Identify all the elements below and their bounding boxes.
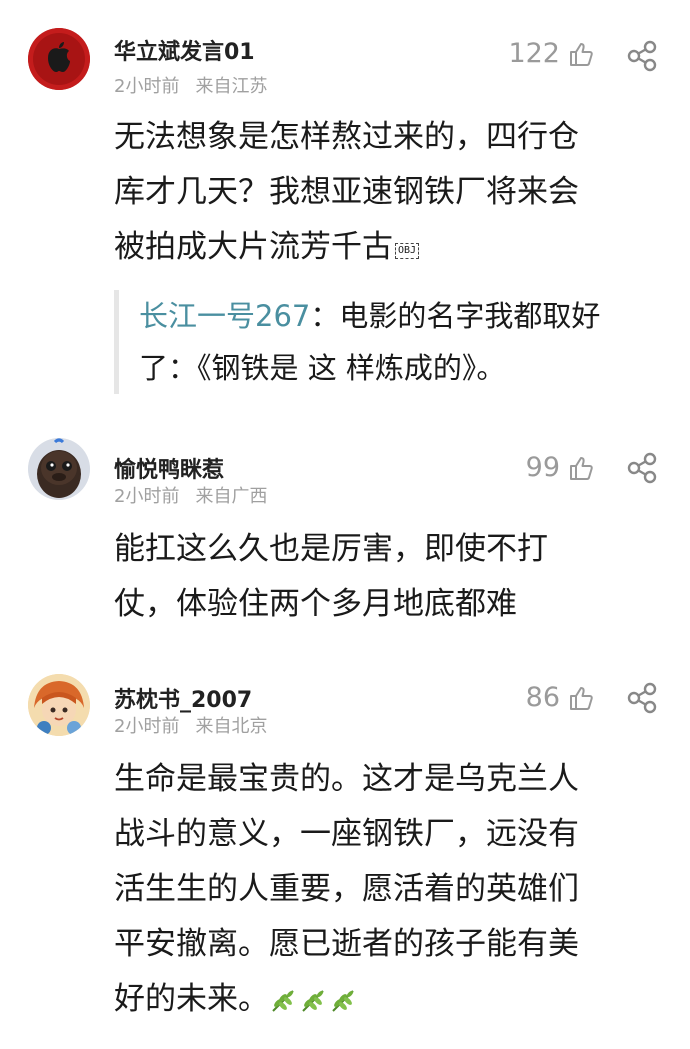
comment-line: 无法想象是怎样熬过来的，四行仓	[114, 119, 579, 155]
timestamp: 2小时前	[114, 76, 180, 97]
like-button[interactable]: 86	[526, 682, 594, 713]
timestamp: 2小时前	[114, 486, 180, 507]
location: 来自江苏	[195, 76, 268, 97]
cartoon-girl-avatar-icon	[28, 674, 90, 736]
timestamp: 2小时前	[114, 716, 180, 737]
comment-line: 库才几天？我想亚速钢铁厂将来会	[114, 174, 579, 210]
olive-branch-emoji-row	[269, 987, 357, 1015]
comment-body: 无法想象是怎样熬过来的，四行仓 库才几天？我想亚速钢铁厂将来会 被拍成大片流芳千…	[114, 110, 654, 275]
comment-line: 能扛这么久也是厉害，即使不打	[114, 531, 548, 567]
comment-line: 好的未来。	[114, 972, 654, 1027]
comment-line: 平安撤离。愿已逝者的孩子能有美	[114, 926, 579, 962]
user-avatar[interactable]	[28, 674, 90, 736]
location: 来自广西	[195, 486, 268, 507]
share-icon[interactable]	[626, 452, 658, 484]
obj-placeholder: OBJ	[395, 243, 420, 259]
comment-meta: 2小时前 来自北京	[114, 712, 267, 738]
username[interactable]: 华立斌发言01	[114, 34, 255, 66]
comment-body: 生命是最宝贵的。这才是乌克兰人 战斗的意义，一座钢铁厂，远没有 活生生的人重要，…	[114, 752, 654, 1027]
share-icon[interactable]	[626, 40, 658, 72]
thumbs-up-icon	[570, 42, 593, 66]
location: 来自北京	[195, 716, 268, 737]
olive-branch-icon	[332, 989, 354, 1012]
olive-branch-icon	[302, 989, 324, 1012]
reply-line: 长江一号267：电影的名字我都取好	[139, 290, 690, 342]
like-button[interactable]: 99	[526, 452, 594, 483]
user-avatar[interactable]	[28, 28, 90, 90]
like-count: 86	[525, 682, 560, 713]
comment-line: 活生生的人重要，愿活着的英雄们	[114, 871, 579, 907]
comment-body: 能扛这么久也是厉害，即使不打 仗，体验住两个多月地底都难	[114, 522, 654, 632]
olive-branch-icon	[272, 989, 294, 1012]
thumbs-up-icon	[570, 456, 593, 480]
apple-logo-icon	[28, 28, 90, 90]
user-avatar[interactable]	[28, 438, 90, 500]
comment-line: 仗，体验住两个多月地底都难	[114, 586, 517, 622]
reply-separator: ：	[310, 299, 340, 333]
username[interactable]: 苏枕书_2007	[114, 682, 252, 714]
thumbs-up-icon	[570, 686, 593, 710]
comment-line: 被拍成大片流芳千古 OBJ	[114, 220, 654, 275]
reply-text: 电影的名字我都取好	[339, 299, 601, 333]
comment-line-text: 好的未来。	[114, 981, 269, 1017]
like-count: 99	[525, 452, 560, 483]
comment-line: 生命是最宝贵的。这才是乌克兰人	[114, 761, 579, 797]
comment-meta: 2小时前 来自江苏	[114, 72, 267, 98]
comment-meta: 2小时前 来自广西	[114, 482, 267, 508]
username[interactable]: 愉悦鸭眯惹	[114, 452, 224, 484]
duck-avatar-icon	[28, 438, 90, 500]
like-button[interactable]: 122	[508, 38, 594, 69]
like-count: 122	[508, 38, 560, 69]
share-icon[interactable]	[626, 682, 658, 714]
reply-preview[interactable]: 长江一号267：电影的名字我都取好 了：《钢铁是 这 样炼成的》。	[114, 290, 690, 394]
comment-line-text: 被拍成大片流芳千古	[114, 229, 393, 265]
reply-username[interactable]: 长江一号267	[139, 299, 310, 333]
reply-line: 了：《钢铁是 这 样炼成的》。	[139, 351, 506, 385]
comment-line: 战斗的意义，一座钢铁厂，远没有	[114, 816, 579, 852]
